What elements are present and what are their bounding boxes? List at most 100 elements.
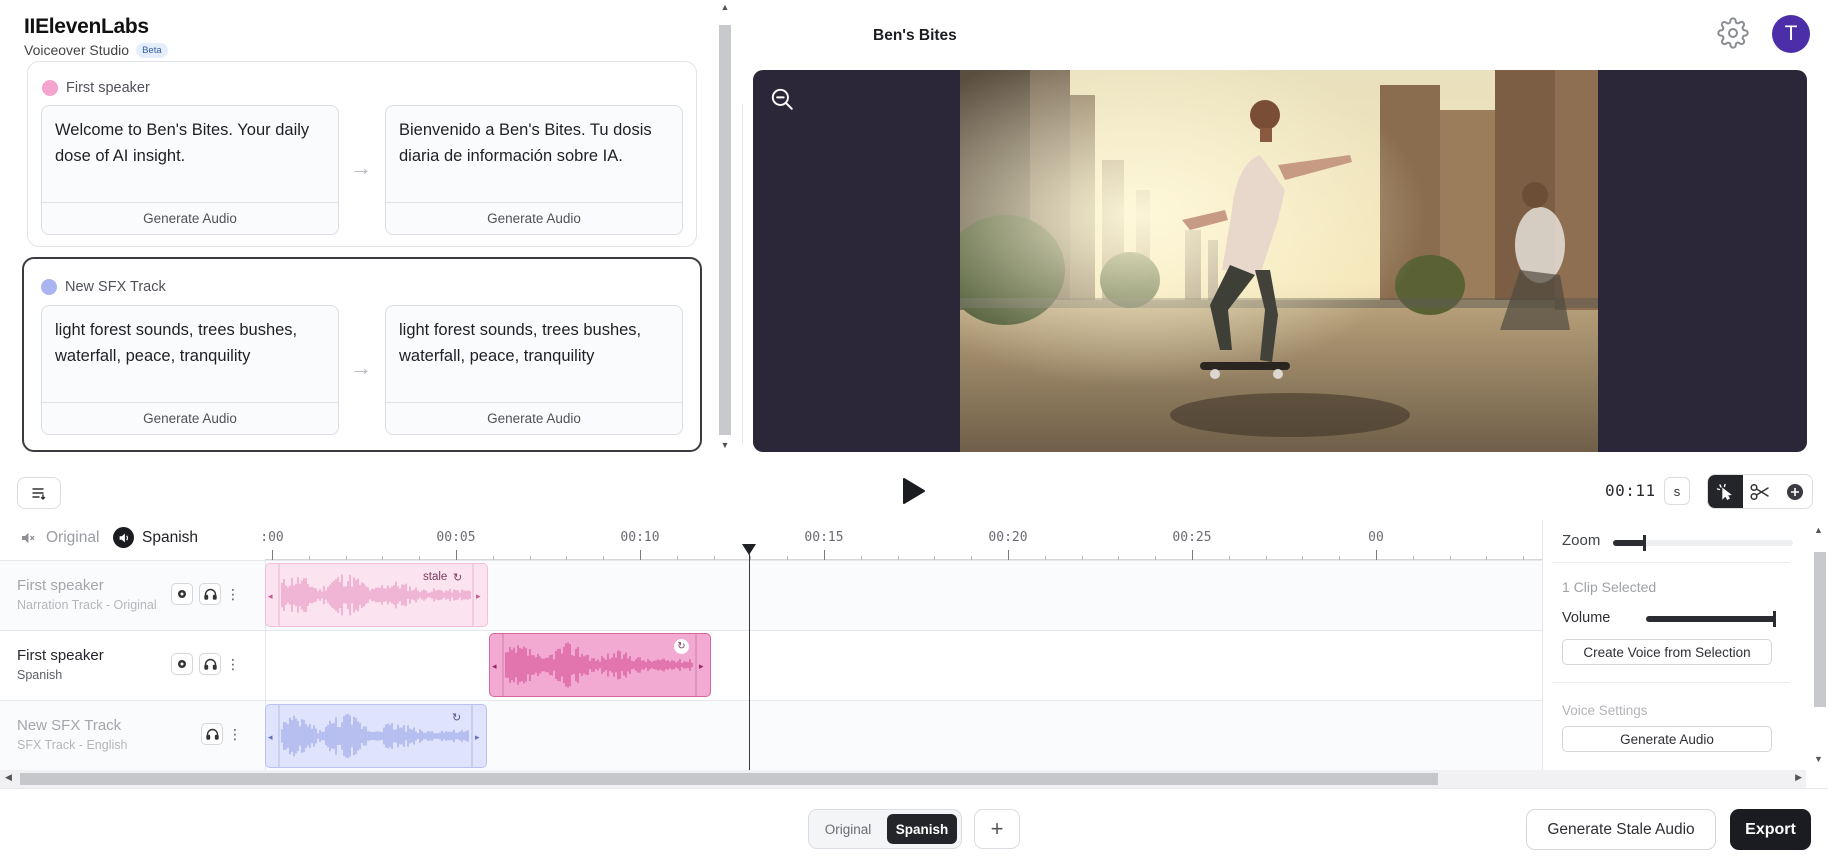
segment-card-first-speaker[interactable]: First speaker Welcome to Ben's Bites. Yo… bbox=[27, 61, 697, 247]
target-text-box[interactable]: light forest sounds, trees bushes, water… bbox=[385, 305, 683, 435]
track-solo-button[interactable] bbox=[199, 653, 221, 675]
language-tab-spanish[interactable]: Spanish bbox=[887, 814, 957, 844]
segments-list-button[interactable] bbox=[17, 477, 61, 509]
scroll-down-arrow[interactable]: ▼ bbox=[716, 440, 734, 450]
generate-audio-button[interactable]: Generate Audio bbox=[42, 202, 338, 234]
beta-badge: Beta bbox=[136, 42, 168, 58]
track-row-original[interactable]: First speaker Narration Track - Original… bbox=[0, 560, 1542, 631]
scroll-up-arrow[interactable]: ▲ bbox=[1814, 525, 1823, 535]
svg-text:◂: ◂ bbox=[492, 662, 497, 672]
source-text[interactable]: Welcome to Ben's Bites. Your daily dose … bbox=[55, 117, 326, 169]
track-settings-button[interactable] bbox=[171, 653, 193, 675]
inspector-divider bbox=[1553, 682, 1790, 683]
target-text[interactable]: Bienvenido a Ben's Bites. Tu dosis diari… bbox=[399, 117, 670, 169]
headphones-icon bbox=[203, 588, 217, 600]
original-label: Original bbox=[46, 528, 100, 546]
scroll-right-arrow[interactable]: ▶ bbox=[1795, 772, 1802, 783]
track-solo-button[interactable] bbox=[199, 583, 221, 605]
cursor-icon bbox=[1717, 483, 1733, 500]
scroll-down-arrow[interactable]: ▼ bbox=[1814, 754, 1823, 764]
segment-header: First speaker bbox=[42, 80, 150, 96]
track-label: First speaker Narration Track - Original bbox=[17, 577, 157, 612]
volume-slider-handle[interactable] bbox=[1773, 611, 1776, 627]
generate-stale-audio-button[interactable]: Generate Stale Audio bbox=[1526, 809, 1716, 850]
track-menu-button[interactable]: ⋮ bbox=[226, 653, 240, 675]
inspector-generate-audio-button[interactable]: Generate Audio bbox=[1562, 726, 1772, 752]
add-tool-button[interactable] bbox=[1777, 475, 1812, 508]
playhead[interactable] bbox=[749, 554, 750, 770]
play-button[interactable] bbox=[896, 474, 930, 508]
regenerate-icon[interactable]: ↻ bbox=[674, 639, 689, 654]
gear-icon bbox=[178, 660, 186, 668]
video-frame-image bbox=[960, 70, 1598, 452]
regenerate-icon[interactable]: ↻ bbox=[453, 571, 462, 584]
cut-tool-button[interactable] bbox=[1743, 475, 1778, 508]
settings-button[interactable] bbox=[1716, 16, 1750, 50]
source-text[interactable]: light forest sounds, trees bushes, water… bbox=[55, 317, 326, 369]
track-row-spanish[interactable]: First speaker Spanish ⋮ bbox=[0, 630, 1542, 701]
segments-scrollbar[interactable]: ▲ ▼ bbox=[716, 0, 734, 455]
ruler-tick bbox=[640, 550, 641, 560]
scrollbar-thumb[interactable] bbox=[20, 773, 1438, 785]
track-menu-button[interactable]: ⋮ bbox=[226, 583, 240, 605]
ruler-tick-label: :00 bbox=[260, 530, 284, 545]
select-tool-button[interactable] bbox=[1708, 475, 1743, 508]
add-language-button[interactable]: + bbox=[974, 809, 1020, 849]
track-subtitle: Spanish bbox=[17, 668, 63, 682]
export-button[interactable]: Export bbox=[1730, 809, 1811, 850]
inspector-scrollbar[interactable]: ▲ ▼ bbox=[1810, 520, 1828, 770]
toggle-original-audio[interactable]: Original bbox=[17, 527, 99, 548]
source-text-box[interactable]: light forest sounds, trees bushes, water… bbox=[41, 305, 339, 435]
segment-card-sfx[interactable]: New SFX Track light forest sounds, trees… bbox=[22, 257, 702, 452]
track-row-sfx[interactable]: New SFX Track SFX Track - English ⋮ bbox=[0, 700, 1542, 771]
volume-label: Volume bbox=[1562, 610, 1611, 626]
track-settings-button[interactable] bbox=[171, 583, 193, 605]
scrollbar-thumb[interactable] bbox=[719, 25, 731, 435]
segment-speaker-name: New SFX Track bbox=[65, 279, 166, 295]
audio-clip-sfx[interactable]: ◂ ▸ ↻ bbox=[265, 704, 487, 768]
scroll-left-arrow[interactable]: ◀ bbox=[5, 772, 12, 783]
svg-text:▸: ▸ bbox=[475, 733, 480, 743]
plus-circle-icon bbox=[1786, 483, 1803, 500]
toggle-spanish-audio[interactable]: Spanish bbox=[113, 527, 198, 548]
ruler-tick-label: 00:20 bbox=[988, 530, 1028, 545]
audio-clip-original[interactable]: ◂ ▸ stale ↻ bbox=[265, 563, 488, 627]
project-title: Ben's Bites bbox=[873, 27, 957, 44]
zoom-out-button[interactable] bbox=[769, 86, 795, 112]
zoom-slider-handle[interactable] bbox=[1643, 535, 1647, 551]
language-tab-original[interactable]: Original bbox=[813, 814, 883, 844]
segment-header: New SFX Track bbox=[41, 279, 166, 295]
time-unit-toggle[interactable]: s bbox=[1664, 477, 1690, 505]
timeline-ruler[interactable]: :00 00:05 00:10 00:15 00:20 00:25 00 bbox=[260, 520, 1542, 560]
list-icon bbox=[32, 488, 46, 500]
track-name: New SFX Track bbox=[17, 717, 122, 734]
track-menu-button[interactable]: ⋮ bbox=[228, 723, 242, 745]
gear-icon bbox=[1717, 17, 1749, 49]
headphones-icon bbox=[205, 728, 219, 740]
clip-inspector: Zoom 1 Clip Selected Volume Create Voice… bbox=[1542, 520, 1810, 770]
generate-audio-button[interactable]: Generate Audio bbox=[386, 402, 682, 434]
video-preview[interactable] bbox=[753, 70, 1807, 452]
source-text-box[interactable]: Welcome to Ben's Bites. Your daily dose … bbox=[41, 105, 339, 235]
target-text[interactable]: light forest sounds, trees bushes, water… bbox=[399, 317, 670, 369]
generate-audio-button[interactable]: Generate Audio bbox=[42, 402, 338, 434]
svg-text:▸: ▸ bbox=[699, 662, 704, 672]
user-avatar[interactable]: T bbox=[1772, 15, 1810, 53]
zoom-slider[interactable] bbox=[1613, 535, 1793, 551]
zoom-label: Zoom bbox=[1562, 532, 1601, 549]
arrow-right-icon: → bbox=[350, 355, 372, 380]
zoom-out-icon bbox=[771, 88, 793, 110]
volume-slider[interactable] bbox=[1646, 611, 1776, 627]
scroll-up-arrow[interactable]: ▲ bbox=[716, 2, 734, 12]
regenerate-icon[interactable]: ↻ bbox=[452, 711, 461, 724]
scrollbar-thumb[interactable] bbox=[1814, 552, 1826, 707]
selection-count: 1 Clip Selected bbox=[1562, 579, 1657, 595]
audio-clip-spanish[interactable]: ◂ ▸ ↻ bbox=[489, 633, 711, 697]
generate-audio-button[interactable]: Generate Audio bbox=[386, 202, 682, 234]
ruler-tick bbox=[272, 550, 273, 560]
timeline-scrollbar[interactable]: ◀ ▶ bbox=[0, 770, 1806, 788]
create-voice-button[interactable]: Create Voice from Selection bbox=[1562, 639, 1772, 665]
track-solo-button[interactable] bbox=[201, 723, 223, 745]
play-icon bbox=[903, 478, 925, 504]
target-text-box[interactable]: Bienvenido a Ben's Bites. Tu dosis diari… bbox=[385, 105, 683, 235]
